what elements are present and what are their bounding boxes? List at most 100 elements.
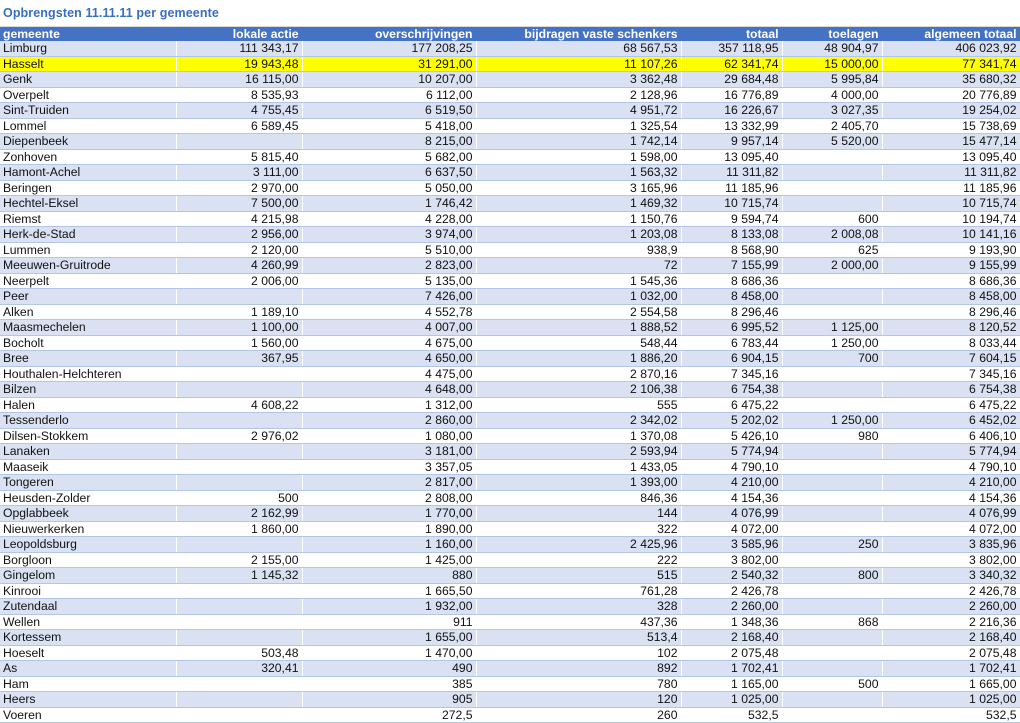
cell-value[interactable]: 8 215,00 xyxy=(302,133,477,150)
column-header-0[interactable]: gemeente xyxy=(0,27,177,41)
cell-value[interactable]: 4 951,72 xyxy=(476,102,682,119)
sheet-title[interactable]: Opbrengsten 11.11.11 per gemeente xyxy=(0,6,219,20)
cell-value[interactable]: 761,28 xyxy=(476,583,682,599)
cell-value[interactable] xyxy=(782,552,883,568)
cell-value[interactable]: 29 684,48 xyxy=(681,71,783,88)
cell-value[interactable]: 8 686,36 xyxy=(681,273,783,289)
cell-value[interactable]: 5 510,00 xyxy=(302,242,477,258)
cell-value[interactable] xyxy=(782,195,883,212)
cell-value[interactable]: 2 808,00 xyxy=(302,490,477,506)
cell-value[interactable]: 8 568,90 xyxy=(681,242,783,258)
cell-value[interactable]: 1 563,32 xyxy=(476,164,682,181)
cell-value[interactable]: 7 155,99 xyxy=(681,257,783,274)
cell-value[interactable]: 2 128,96 xyxy=(476,87,682,103)
cell-value[interactable]: 1 189,10 xyxy=(176,304,303,320)
cell-value[interactable]: 2 075,48 xyxy=(681,645,783,661)
cell-value[interactable]: 555 xyxy=(476,397,682,413)
cell-value[interactable]: 892 xyxy=(476,660,682,677)
cell-value[interactable]: 1 025,00 xyxy=(882,691,1020,708)
cell-value[interactable]: 1 888,52 xyxy=(476,319,682,336)
cell-value[interactable]: 7 345,16 xyxy=(882,366,1020,382)
cell-value[interactable]: 5 202,02 xyxy=(681,412,783,429)
cell-value[interactable]: 4 076,99 xyxy=(882,505,1020,522)
cell-value[interactable]: 2 426,78 xyxy=(882,583,1020,599)
cell-value[interactable]: 6 475,22 xyxy=(882,397,1020,413)
cell-value[interactable]: 120 xyxy=(476,691,682,708)
cell-value[interactable]: 250 xyxy=(782,536,883,553)
cell-value[interactable]: 1 025,00 xyxy=(681,691,783,708)
cell-value[interactable]: 9 155,99 xyxy=(882,257,1020,274)
cell-value[interactable] xyxy=(782,660,883,677)
cell-value[interactable]: 8 033,44 xyxy=(882,335,1020,351)
cell-value[interactable] xyxy=(782,273,883,289)
cell-value[interactable]: 4 648,00 xyxy=(302,381,477,398)
cell-value[interactable]: 2 860,00 xyxy=(302,412,477,429)
cell-value[interactable]: 13 095,40 xyxy=(681,149,783,165)
cell-value[interactable] xyxy=(782,459,883,475)
cell-value[interactable]: 1 145,32 xyxy=(176,567,303,584)
cell-value[interactable] xyxy=(782,629,883,646)
cell-value[interactable]: 16 776,89 xyxy=(681,87,783,103)
cell-value[interactable]: 20 776,89 xyxy=(882,87,1020,103)
cell-value[interactable]: 272,5 xyxy=(302,707,477,723)
cell-value[interactable]: 102 xyxy=(476,645,682,661)
cell-value[interactable] xyxy=(782,645,883,661)
cell-gemeente[interactable]: Limburg xyxy=(0,41,177,57)
cell-value[interactable]: 11 107,26 xyxy=(476,56,682,72)
cell-value[interactable]: 5 426,10 xyxy=(681,428,783,444)
cell-value[interactable]: 6 406,10 xyxy=(882,428,1020,444)
cell-gemeente[interactable]: Zonhoven xyxy=(0,149,177,165)
cell-value[interactable] xyxy=(176,443,303,460)
cell-value[interactable]: 260 xyxy=(476,707,682,723)
cell-value[interactable]: 4 650,00 xyxy=(302,350,477,367)
cell-value[interactable]: 1 665,50 xyxy=(302,583,477,599)
cell-value[interactable]: 4 675,00 xyxy=(302,335,477,351)
cell-value[interactable]: 144 xyxy=(476,505,682,522)
cell-value[interactable]: 2 554,58 xyxy=(476,304,682,320)
cell-value[interactable] xyxy=(176,583,303,599)
cell-value[interactable]: 7 500,00 xyxy=(176,195,303,212)
cell-value[interactable]: 513,4 xyxy=(476,629,682,646)
cell-value[interactable]: 13 332,99 xyxy=(681,118,783,134)
cell-value[interactable]: 48 904,97 xyxy=(782,41,883,57)
cell-gemeente[interactable]: Lummen xyxy=(0,242,177,258)
cell-value[interactable]: 6 452,02 xyxy=(882,412,1020,429)
cell-value[interactable]: 8 120,52 xyxy=(882,319,1020,336)
cell-value[interactable]: 1 470,00 xyxy=(302,645,477,661)
cell-value[interactable]: 3 802,00 xyxy=(882,552,1020,568)
cell-value[interactable]: 6 112,00 xyxy=(302,87,477,103)
cell-value[interactable]: 322 xyxy=(476,521,682,537)
cell-value[interactable]: 1 860,00 xyxy=(176,521,303,537)
cell-value[interactable]: 4 000,00 xyxy=(782,87,883,103)
cell-value[interactable]: 10 194,74 xyxy=(882,211,1020,227)
cell-value[interactable] xyxy=(782,490,883,506)
cell-value[interactable]: 3 974,00 xyxy=(302,226,477,243)
cell-value[interactable]: 1 325,54 xyxy=(476,118,682,134)
cell-value[interactable]: 5 682,00 xyxy=(302,149,477,165)
cell-value[interactable]: 503,48 xyxy=(176,645,303,661)
cell-value[interactable]: 2 540,32 xyxy=(681,567,783,584)
cell-value[interactable]: 2 006,00 xyxy=(176,273,303,289)
cell-value[interactable]: 600 xyxy=(782,211,883,227)
cell-value[interactable]: 437,36 xyxy=(476,614,682,630)
cell-value[interactable] xyxy=(782,443,883,460)
cell-gemeente[interactable]: Tessenderlo xyxy=(0,412,177,429)
cell-value[interactable] xyxy=(176,614,303,630)
cell-value[interactable]: 3 181,00 xyxy=(302,443,477,460)
cell-gemeente[interactable]: Kinrooi xyxy=(0,583,177,599)
cell-value[interactable] xyxy=(176,459,303,475)
cell-value[interactable]: 2 817,00 xyxy=(302,474,477,491)
cell-value[interactable]: 111 343,17 xyxy=(176,41,303,57)
cell-value[interactable]: 8 686,36 xyxy=(882,273,1020,289)
cell-value[interactable]: 3 340,32 xyxy=(882,567,1020,584)
cell-value[interactable]: 10 715,74 xyxy=(882,195,1020,212)
cell-value[interactable]: 15 738,69 xyxy=(882,118,1020,134)
cell-value[interactable]: 5 815,40 xyxy=(176,149,303,165)
cell-value[interactable]: 2 260,00 xyxy=(681,598,783,615)
cell-gemeente[interactable]: Heusden-Zolder xyxy=(0,490,177,506)
cell-value[interactable]: 780 xyxy=(476,676,682,692)
cell-value[interactable]: 3 357,05 xyxy=(302,459,477,475)
cell-gemeente[interactable]: Maaseik xyxy=(0,459,177,475)
cell-value[interactable]: 1 125,00 xyxy=(782,319,883,336)
cell-value[interactable]: 5 774,94 xyxy=(681,443,783,460)
